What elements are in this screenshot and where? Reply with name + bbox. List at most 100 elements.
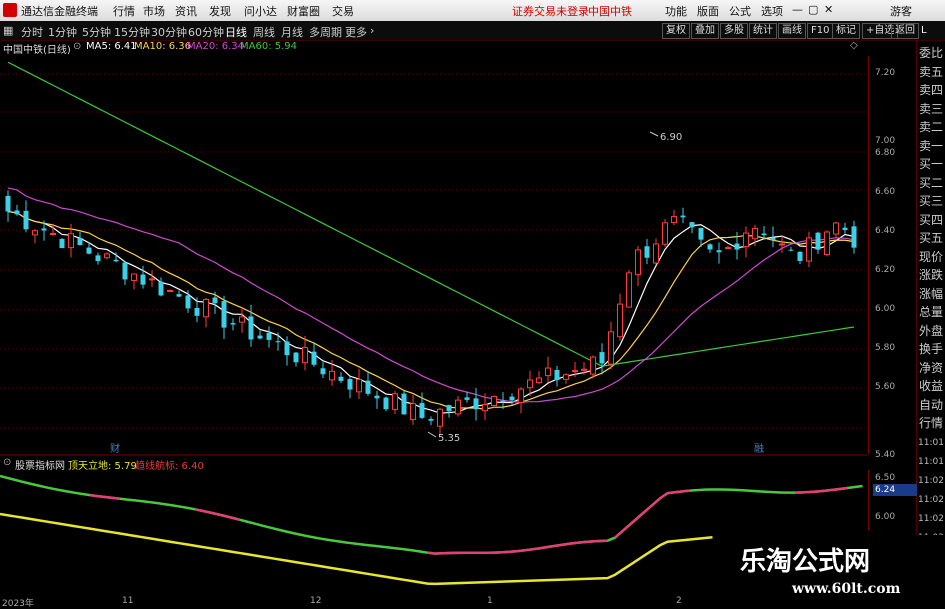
candle-body	[446, 405, 452, 412]
candle-body	[680, 215, 686, 218]
sidebar-item: 换手	[919, 342, 944, 356]
time-label: 11:01	[918, 438, 944, 448]
candle-body	[419, 403, 425, 418]
candle-body	[689, 222, 695, 228]
candle-body	[437, 408, 443, 427]
candle-body	[536, 377, 542, 384]
low-pointer	[427, 431, 437, 438]
candle-body	[329, 370, 335, 381]
candle-body	[752, 227, 758, 240]
sidebar-item: 净资	[919, 360, 944, 375]
date-label: 2023年	[2, 599, 34, 609]
high-label: 6.90	[660, 132, 682, 143]
candle-body	[194, 307, 200, 316]
tick-label: 5.60	[875, 382, 896, 392]
candle-body	[617, 303, 623, 338]
candle-body	[590, 356, 596, 375]
candle-body	[509, 396, 515, 401]
indicator-name[interactable]: 股票指标网	[15, 457, 65, 472]
candle-body	[545, 367, 551, 377]
low-label: 5.35	[438, 433, 460, 444]
candle-body	[761, 233, 767, 236]
sidebar-item: 卖四	[919, 83, 944, 97]
candle-body	[626, 272, 632, 308]
candle-body	[293, 352, 299, 363]
candle-body	[473, 398, 479, 410]
watermark-url: www.60lt.com	[792, 581, 901, 597]
candle-body	[734, 243, 740, 250]
candle-body	[833, 222, 839, 235]
candle-body	[527, 379, 533, 389]
event-marker: 融	[754, 443, 764, 455]
watermark: 乐淘公式网 www.60lt.com	[718, 535, 945, 609]
tick-label: 7.00	[875, 136, 896, 146]
candle-body	[221, 301, 227, 328]
date-label: 1	[487, 596, 493, 606]
time-label: 11:02	[918, 495, 944, 505]
sidebar-item: 委比	[919, 46, 944, 60]
indicator-highlight	[427, 539, 608, 555]
tick-label: 6.00	[875, 512, 896, 522]
candle-body	[851, 226, 857, 248]
sidebar-item: 卖二	[919, 120, 944, 134]
candle-body	[554, 370, 560, 381]
tick-label: 6.60	[875, 187, 896, 197]
time-label: 11:02	[918, 514, 944, 524]
candle-body	[743, 232, 749, 248]
indicator-icon[interactable]: ⊙	[3, 457, 11, 468]
candle-body	[392, 393, 398, 410]
candle-body	[167, 289, 173, 292]
candle-body	[203, 298, 209, 318]
candle-body	[347, 379, 353, 390]
candle-body	[284, 341, 290, 356]
candle-body	[365, 380, 371, 394]
annotations: 6.90 5.35 财 融	[110, 131, 764, 455]
date-label: 2	[676, 596, 682, 606]
candle-body	[95, 255, 101, 262]
candle-body	[149, 278, 155, 281]
candle-body	[707, 244, 713, 250]
sidebar-item: 买一	[919, 157, 944, 171]
candle-body	[644, 246, 650, 258]
candle-body	[806, 237, 812, 262]
indicator-line1-label: 顶天立地: 5.79	[68, 461, 137, 472]
sidebar-item: 买二	[919, 175, 944, 190]
candle-body	[158, 281, 164, 296]
watermark-title: 乐淘公式网	[740, 547, 871, 577]
date-label: 12	[310, 596, 322, 606]
candle-body	[356, 378, 362, 393]
candle-body	[248, 316, 254, 340]
indicator-highlight	[194, 508, 241, 522]
candle-body	[599, 352, 605, 364]
candle-body	[410, 403, 416, 421]
candle-body	[50, 233, 56, 236]
tick-label: 5.40	[875, 450, 896, 460]
event-marker: 财	[110, 442, 120, 455]
candle-body	[14, 210, 20, 215]
sidebar-item[interactable]: 自动	[919, 396, 943, 413]
sidebar-item[interactable]: 行情	[919, 414, 943, 431]
tool-back[interactable]: 返回	[891, 23, 919, 39]
tick-label: 6.40	[875, 226, 896, 236]
candle-body	[311, 351, 317, 365]
candle-body	[77, 237, 83, 245]
tick-label: 6.80	[875, 148, 896, 158]
indicator-highlight	[614, 489, 691, 539]
candle-body	[563, 374, 569, 380]
candle-body	[5, 195, 11, 212]
guest-label[interactable]: 游客	[890, 3, 912, 19]
sidebar-item: 卖五	[919, 64, 944, 79]
candle-body	[770, 237, 776, 241]
chart-grid	[0, 73, 868, 429]
candle-body	[239, 316, 245, 323]
tick-label: 7.20	[875, 68, 896, 78]
indicator-current-value: 6.24	[873, 484, 917, 496]
candle-body	[797, 251, 803, 261]
tick-label: 6.50	[875, 473, 896, 483]
candle-body	[455, 399, 461, 415]
candle-body	[176, 294, 182, 297]
candle-body	[788, 249, 794, 251]
sidebar-item: 收益	[919, 379, 944, 393]
candle-body	[842, 227, 848, 231]
candle-body	[131, 273, 137, 281]
